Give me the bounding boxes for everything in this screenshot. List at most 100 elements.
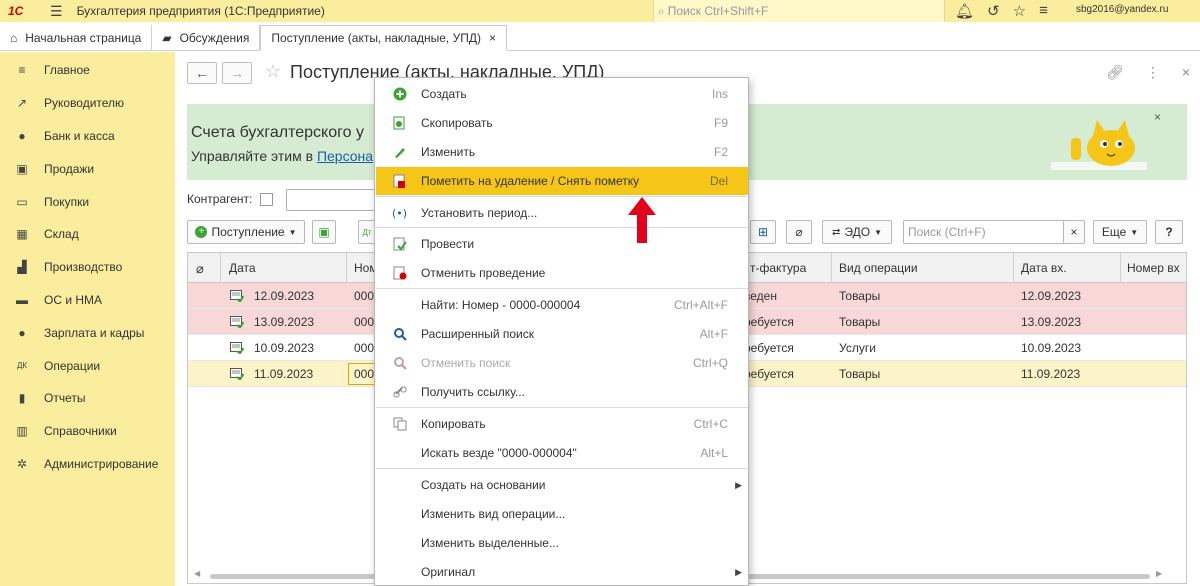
more-vertical-icon[interactable]: ⋮ (1146, 64, 1160, 81)
tab-home[interactable]: ⌂ Начальная страница (0, 25, 153, 50)
menu-item-label: Изменить выделенные... (421, 536, 559, 550)
sidebar-item[interactable]: ↗ Руководителю (0, 87, 175, 120)
menu-item[interactable]: (•) Установить период... (376, 199, 748, 227)
sidebar-item-label: Банк и касса (44, 128, 115, 143)
menu-item[interactable]: Создать Ins (376, 80, 748, 108)
back-button[interactable]: ← (187, 62, 217, 84)
clear-search-button[interactable]: × (1063, 220, 1085, 244)
menu-item[interactable]: Расширенный поиск Alt+F (376, 320, 748, 348)
top-icons: 🔔︎ ↺ ☆ ≡ (955, 2, 1048, 20)
menu-item[interactable]: Провести (376, 230, 748, 258)
edo-button[interactable]: ⇄ ЭДО ▼ (822, 220, 892, 244)
banner-close-icon[interactable]: × (1154, 110, 1161, 124)
sidebar-item[interactable]: ✲ Администрирование (0, 448, 175, 481)
favorite-star-icon[interactable]: ☆ (265, 61, 281, 82)
pencil-icon (392, 144, 408, 160)
sidebar-item[interactable]: ▣ Продажи (0, 152, 175, 185)
banner-link[interactable]: Персона (317, 148, 373, 164)
counterparty-checkbox[interactable] (260, 192, 274, 206)
sidebar-item[interactable]: ≡ Главное (0, 54, 175, 87)
posted-document-icon (230, 290, 245, 303)
posted-document-icon (230, 316, 245, 329)
plus-circle-icon (392, 86, 408, 102)
menu-item-label: Изменить вид операции... (421, 507, 566, 521)
menu-item[interactable]: Отменить проведение (376, 259, 748, 287)
tab-discussions[interactable]: ▰ Обсуждения (152, 25, 261, 50)
menu-item[interactable]: Изменить вид операции... (376, 500, 748, 528)
menu-item[interactable]: Искать везде "0000-000004" Alt+L (376, 439, 748, 467)
sidebar: ≡ Главное ↗ Руководителю ● Банк и касса ▣ Прода… (0, 52, 175, 586)
favorites-star-icon[interactable]: ☆ (1013, 2, 1026, 20)
close-tab-icon[interactable]: × (489, 31, 496, 45)
sidebar-item[interactable]: ▮ Отчеты (0, 382, 175, 415)
posted-document-icon (230, 368, 245, 381)
column-header[interactable]: Номер вх (1127, 261, 1180, 275)
cell-indate: 12.09.2023 (1021, 289, 1082, 303)
close-icon[interactable]: × (1182, 64, 1190, 81)
clear-icon: × (1070, 225, 1078, 239)
copy-icon (392, 416, 408, 432)
menu-item[interactable]: Отменить поиск Ctrl+Q (376, 349, 748, 377)
person-icon: ● (18, 325, 26, 340)
menu-item[interactable]: Копировать Ctrl+C (376, 410, 748, 438)
sidebar-item[interactable]: ● Зарплата и кадры (0, 316, 175, 349)
help-icon: ? (1165, 225, 1173, 239)
menu-item[interactable]: Оригинал ▶ (376, 558, 748, 586)
menu-item[interactable]: Изменить F2 (376, 138, 748, 166)
global-search-input[interactable]: ⌕ Поиск Ctrl+Shift+F (653, 0, 945, 22)
help-button[interactable]: ? (1155, 220, 1183, 244)
cell-date: 10.09.2023 (254, 341, 315, 355)
column-header[interactable]: Вид операции (839, 261, 918, 275)
books-icon: ▥ (16, 424, 28, 439)
gear-icon: ✲ (16, 456, 28, 471)
menu-lines-icon: ≡ (18, 63, 26, 78)
period-icon: (•) (392, 205, 408, 221)
delete-mark-icon (392, 173, 408, 189)
link-icon[interactable]: 🔗︎ (1106, 64, 1124, 81)
cell-invoice: ребуется (744, 315, 794, 329)
menu-item[interactable]: Создать на основании ▶ (376, 471, 748, 499)
sidebar-item[interactable]: ● Банк и касса (0, 120, 175, 153)
menu-item[interactable]: Пометить на удаление / Снять пометку Del (376, 167, 748, 195)
bell-icon[interactable]: 🔔︎ (955, 2, 974, 20)
column-header[interactable]: Дата вх. (1021, 261, 1067, 275)
sidebar-item[interactable]: ▟ Производство (0, 251, 175, 284)
cell-invoice: ребуется (744, 341, 794, 355)
forward-button[interactable]: → (222, 62, 252, 84)
menu-item[interactable]: Получить ссылку... (376, 378, 748, 406)
create-receipt-button[interactable]: + Поступление ▼ (187, 220, 305, 244)
cell-num: 000 (354, 315, 375, 329)
sidebar-item-label: Продажи (44, 161, 95, 176)
hamburger-menu-icon[interactable]: ☰ (50, 3, 63, 20)
counterparty-input[interactable] (286, 189, 376, 211)
sidebar-item[interactable]: ДК Операции (0, 349, 175, 382)
menu-item-label: Копировать (421, 417, 486, 431)
chat-icon: ▰ (162, 30, 172, 45)
column-header[interactable]: т-фактура (750, 261, 806, 275)
dt-kt-icon: ДК (16, 361, 28, 371)
menu-item[interactable]: Найти: Номер - 0000-000004 Ctrl+Alt+F (376, 291, 748, 319)
more-button[interactable]: Еще ▼ (1093, 220, 1147, 244)
menu-separator (376, 288, 748, 289)
cell-invoice: ребуется (744, 367, 794, 381)
list-search-input[interactable]: Поиск (Ctrl+F) (903, 220, 1085, 244)
tab-receipts[interactable]: Поступление (акты, накладные, УПД) × (260, 25, 507, 51)
sidebar-item[interactable]: ▦ Склад (0, 218, 175, 251)
copy-button[interactable]: ▣ (312, 220, 336, 244)
column-header[interactable]: Дата (229, 261, 256, 275)
cell-date: 12.09.2023 (254, 289, 315, 303)
menu-item[interactable]: Изменить выделенные... (376, 529, 748, 557)
sidebar-item[interactable]: ▥ Справочники (0, 415, 175, 448)
settings-sliders-icon[interactable]: ≡ (1039, 2, 1048, 20)
print-button[interactable]: ⊞ (750, 220, 776, 244)
dropdown-arrow-icon: ▼ (874, 227, 882, 237)
attach-button[interactable]: ⌀ (786, 220, 812, 244)
user-name[interactable]: sbg2016@yandex.ru (1076, 4, 1168, 15)
posted-document-icon (230, 342, 245, 355)
sidebar-item[interactable]: ▬ ОС и НМА (0, 284, 175, 317)
sidebar-item[interactable]: ▭ Покупки (0, 185, 175, 218)
scroll-left-icon[interactable]: ◀ (194, 569, 200, 578)
history-icon[interactable]: ↺ (987, 2, 1000, 20)
scroll-right-icon[interactable]: ▶ (1156, 569, 1162, 578)
menu-item[interactable]: Скопировать F9 (376, 109, 748, 137)
